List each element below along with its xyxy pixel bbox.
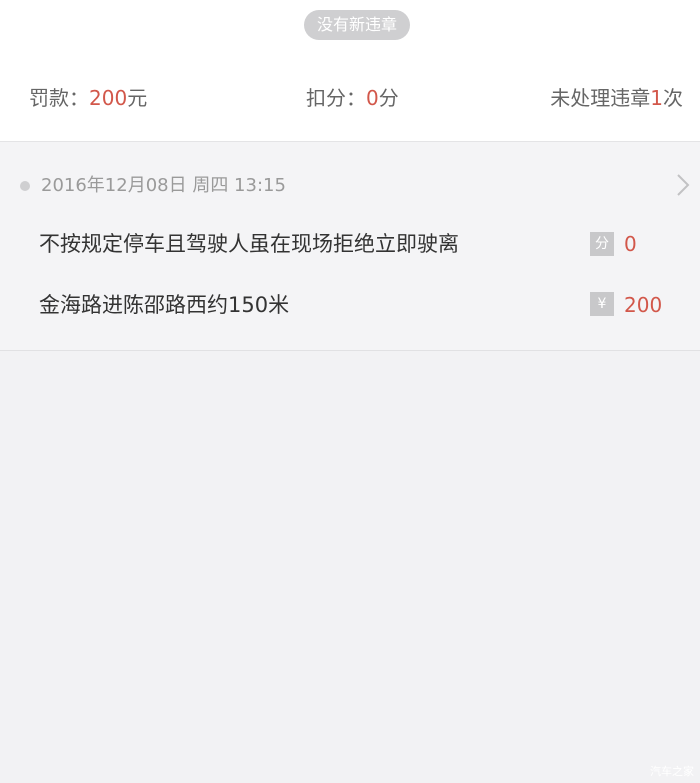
watermark: 汽车之家 [650, 765, 694, 778]
violation-fine: 200 [624, 293, 663, 317]
summary-header: 没有新违章 罚款：200元 扣分：0分 未处理违章1次 [0, 0, 700, 142]
points-summary: 扣分：0分 [306, 82, 399, 114]
timeline-dot-icon [20, 181, 30, 191]
fine-value: 200 [89, 86, 128, 110]
points-label: 扣分： [306, 86, 366, 110]
points-value: 0 [366, 86, 379, 110]
fine-label: 罚款： [29, 86, 89, 110]
violation-datetime: 2016年12月08日 周四 13:15 [41, 175, 286, 196]
points-tag-icon: 分 [590, 232, 614, 256]
no-new-violation-badge: 没有新违章 [304, 10, 410, 40]
fine-unit: 元 [127, 86, 148, 110]
unhandled-unit: 次 [663, 86, 683, 110]
chevron-right-icon[interactable] [674, 172, 692, 198]
violation-reason: 不按规定停车且驾驶人虽在现场拒绝立即驶离 [39, 232, 459, 256]
violation-points: 0 [624, 232, 637, 256]
points-unit: 分 [378, 86, 399, 110]
violation-location: 金海路进陈邵路西约150米 [39, 293, 290, 317]
violation-card[interactable]: 2016年12月08日 周四 13:15 不按规定停车且驾驶人虽在现场拒绝立即驶… [0, 142, 700, 351]
yuan-tag-icon: ¥ [590, 292, 614, 316]
unhandled-value: 1 [650, 86, 663, 110]
unhandled-label: 未处理违章 [550, 86, 651, 110]
unhandled-summary: 未处理违章1次 [550, 82, 683, 114]
fine-summary: 罚款：200元 [29, 82, 147, 114]
